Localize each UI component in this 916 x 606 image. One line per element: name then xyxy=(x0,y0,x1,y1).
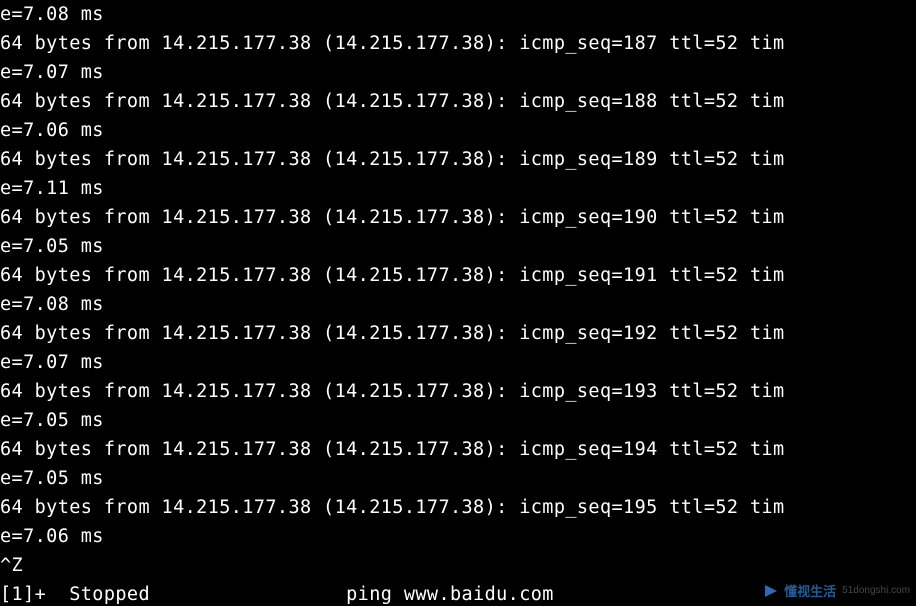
watermark: 懂视生活 51dongshi.com xyxy=(762,581,910,600)
watermark-url: 51dongshi.com xyxy=(842,585,910,596)
ping-output-wrap: e=7.07 ms xyxy=(0,348,916,377)
watermark-logo-icon xyxy=(762,582,780,600)
ping-output-line: 64 bytes from 14.215.177.38 (14.215.177.… xyxy=(0,261,916,290)
ping-output-wrap: e=7.05 ms xyxy=(0,406,916,435)
ping-output-line: 64 bytes from 14.215.177.38 (14.215.177.… xyxy=(0,29,916,58)
ping-output-line: 64 bytes from 14.215.177.38 (14.215.177.… xyxy=(0,435,916,464)
suspend-signal: ^Z xyxy=(0,551,916,580)
ping-output-wrap: e=7.06 ms xyxy=(0,522,916,551)
watermark-brand: 懂视生活 xyxy=(784,581,836,600)
ping-output-line: 64 bytes from 14.215.177.38 (14.215.177.… xyxy=(0,87,916,116)
ping-output-wrap: e=7.06 ms xyxy=(0,116,916,145)
ping-output-wrap: e=7.07 ms xyxy=(0,58,916,87)
ping-output-line: 64 bytes from 14.215.177.38 (14.215.177.… xyxy=(0,319,916,348)
ping-output-line: 64 bytes from 14.215.177.38 (14.215.177.… xyxy=(0,493,916,522)
ping-output-wrap: e=7.05 ms xyxy=(0,232,916,261)
ping-output-line: 64 bytes from 14.215.177.38 (14.215.177.… xyxy=(0,203,916,232)
ping-output-wrap: e=7.11 ms xyxy=(0,174,916,203)
terminal-output[interactable]: e=7.08 ms64 bytes from 14.215.177.38 (14… xyxy=(0,0,916,606)
ping-output-line: 64 bytes from 14.215.177.38 (14.215.177.… xyxy=(0,377,916,406)
ping-output-wrap: e=7.05 ms xyxy=(0,464,916,493)
ping-output-line: 64 bytes from 14.215.177.38 (14.215.177.… xyxy=(0,145,916,174)
ping-output-wrap: e=7.08 ms xyxy=(0,0,916,29)
ping-output-wrap: e=7.08 ms xyxy=(0,290,916,319)
